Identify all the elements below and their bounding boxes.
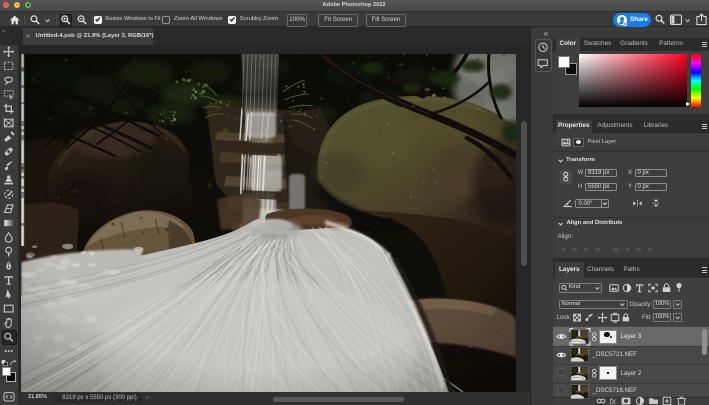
svg-text:fx: fx bbox=[610, 397, 617, 405]
